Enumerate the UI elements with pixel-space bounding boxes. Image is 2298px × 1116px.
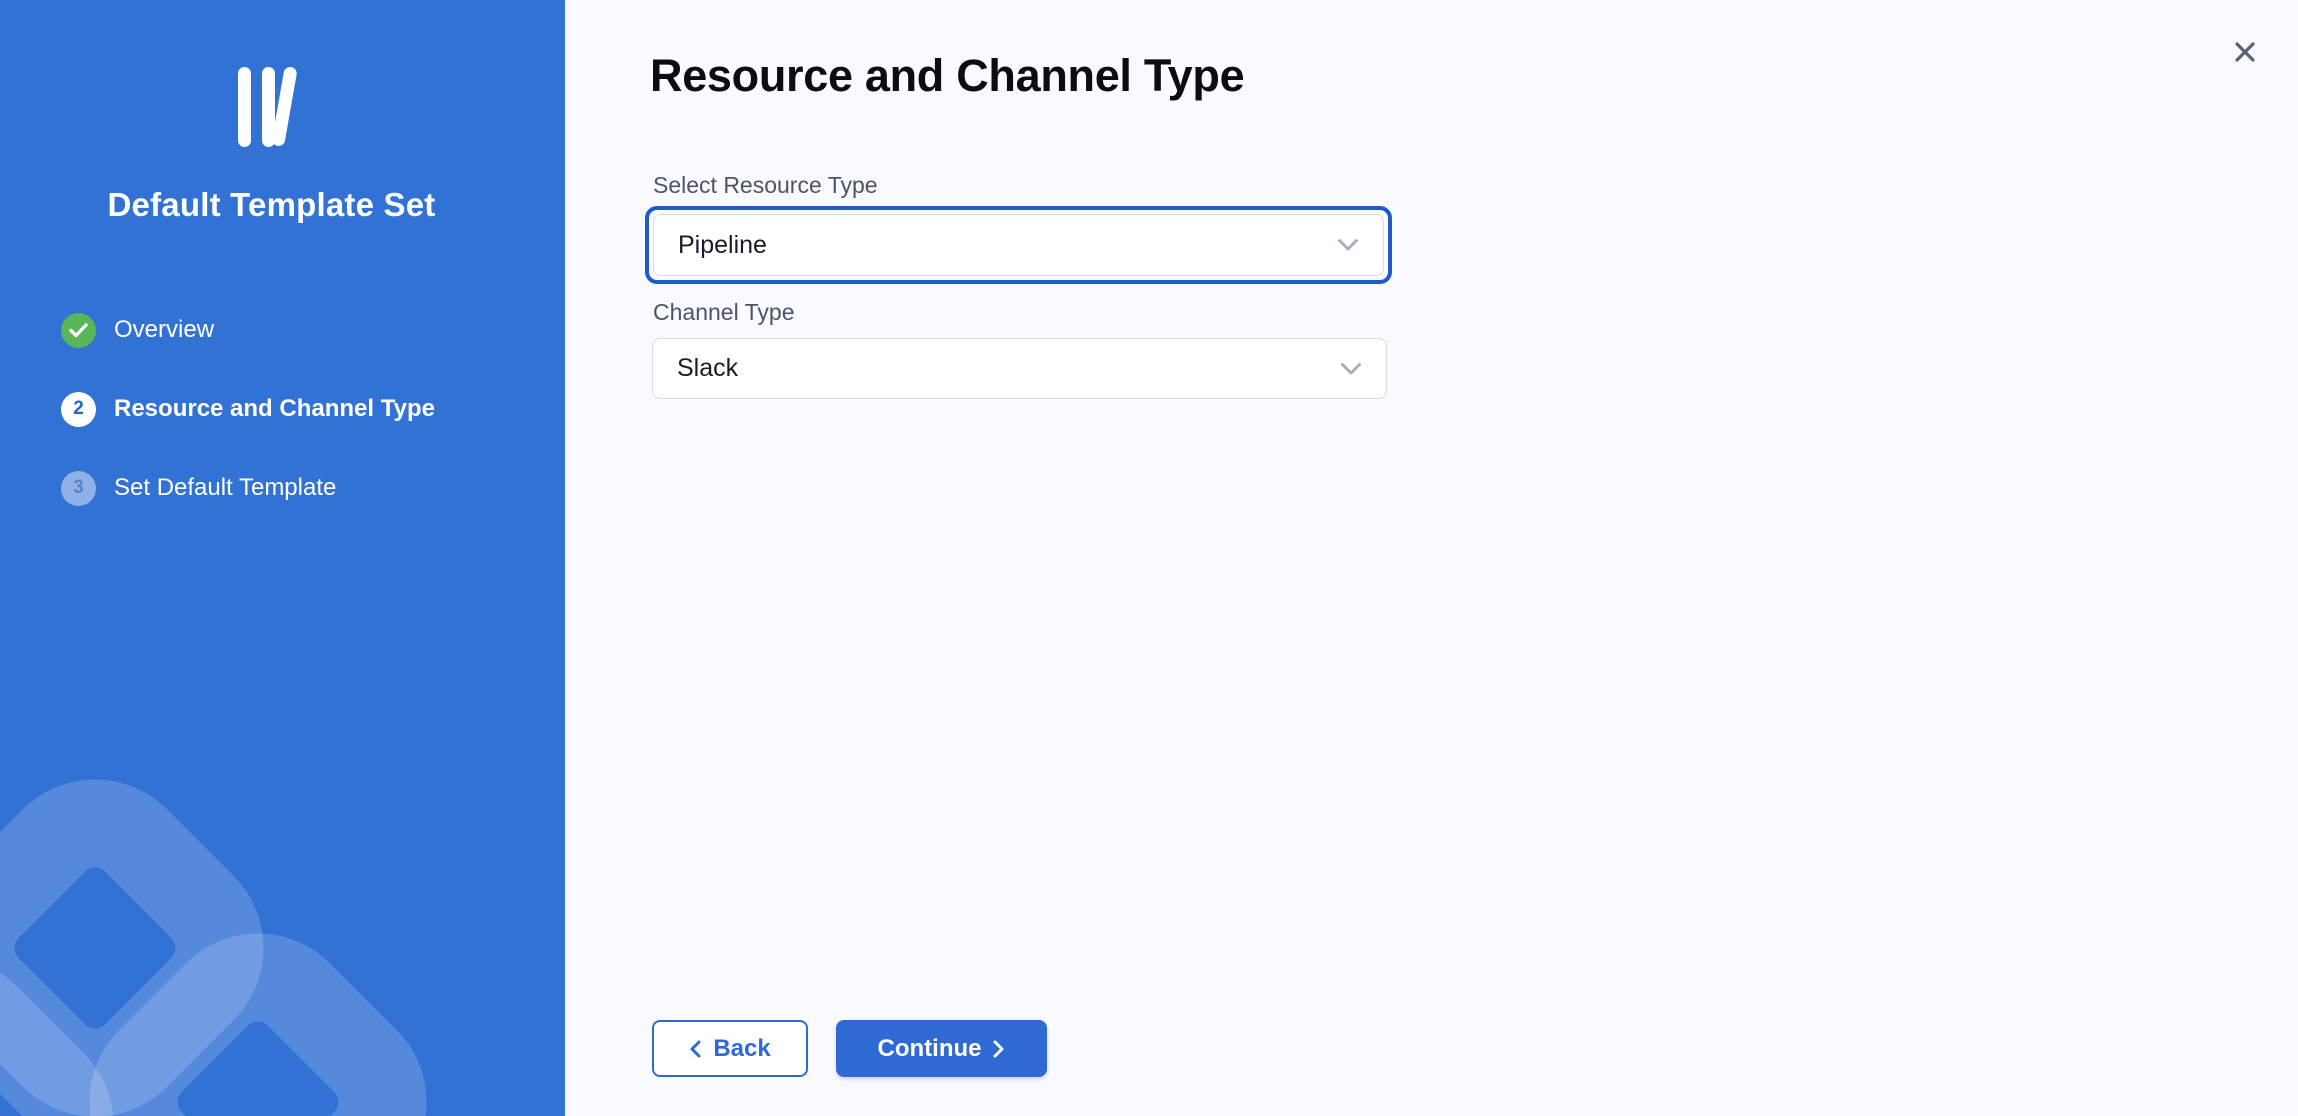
- channel-type-label: Channel Type: [653, 299, 795, 326]
- resource-type-select[interactable]: Pipeline: [653, 214, 1384, 276]
- watermark-links-graphic: [0, 0, 565, 1116]
- step-number-badge: 3: [61, 471, 96, 506]
- step-overview[interactable]: Overview: [61, 312, 214, 348]
- wizard-content: Resource and Channel Type Select Resourc…: [565, 0, 2298, 1116]
- step-label: Set Default Template: [114, 474, 336, 502]
- continue-button[interactable]: Continue: [836, 1020, 1047, 1077]
- step-resource-and-channel-type[interactable]: 2 Resource and Channel Type: [61, 391, 435, 427]
- step-label: Overview: [114, 316, 214, 344]
- chevron-down-icon: [1337, 238, 1359, 252]
- channel-type-value: Slack: [677, 354, 1328, 383]
- step-number-badge: 2: [61, 392, 96, 427]
- close-icon: [2233, 40, 2257, 64]
- logo-bars-icon: [238, 67, 306, 147]
- app-logo: [0, 67, 543, 151]
- wizard-sidebar: Default Template Set Overview 2 Resource…: [0, 0, 565, 1116]
- channel-type-select[interactable]: Slack: [652, 338, 1387, 399]
- step-label: Resource and Channel Type: [114, 395, 435, 423]
- step-set-default-template[interactable]: 3 Set Default Template: [61, 470, 336, 506]
- wizard-title: Default Template Set: [0, 186, 543, 224]
- step-complete-check-icon: [61, 313, 96, 348]
- page-title: Resource and Channel Type: [650, 50, 1244, 102]
- continue-button-label: Continue: [878, 1035, 982, 1063]
- back-button[interactable]: Back: [652, 1020, 808, 1077]
- chevron-down-icon: [1340, 362, 1362, 376]
- resource-type-label: Select Resource Type: [653, 172, 878, 199]
- wizard-modal: Default Template Set Overview 2 Resource…: [0, 0, 2298, 1116]
- back-button-label: Back: [713, 1035, 770, 1063]
- chevron-left-icon: [689, 1040, 701, 1058]
- resource-type-value: Pipeline: [678, 231, 1325, 260]
- resource-type-select-focus-ring: Pipeline: [645, 206, 1392, 284]
- close-button[interactable]: [2226, 33, 2264, 71]
- chevron-right-icon: [993, 1040, 1005, 1058]
